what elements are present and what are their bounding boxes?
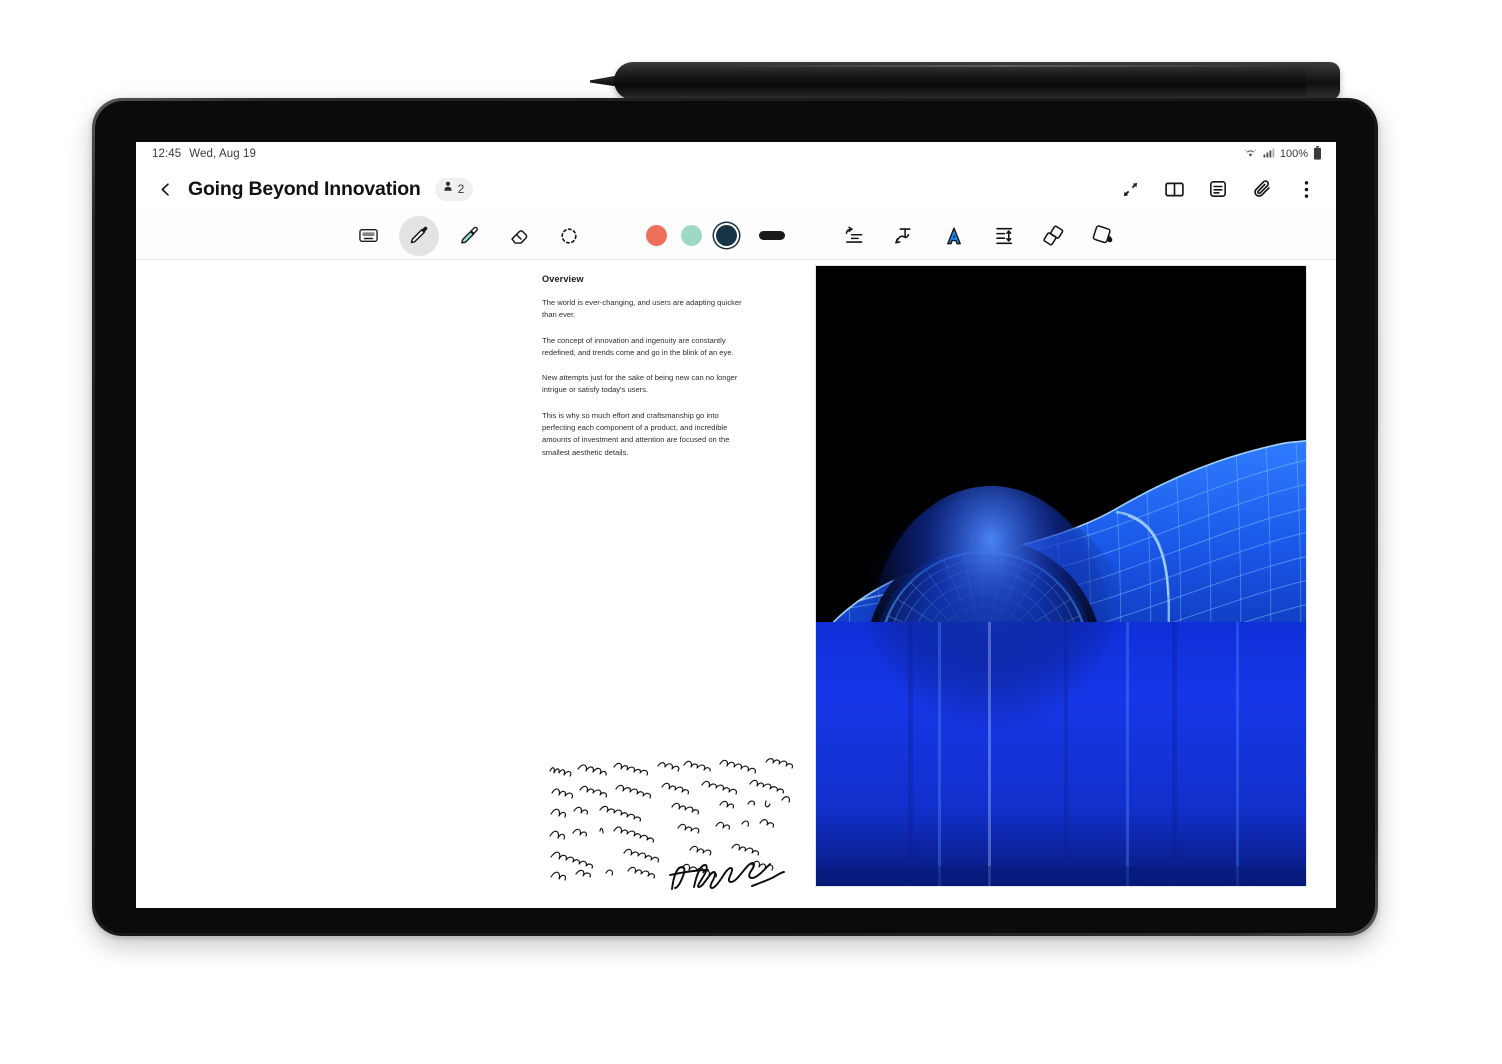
- note-paragraph: The concept of innovation and ingenuity …: [542, 335, 734, 357]
- wifi-icon: [1244, 146, 1257, 162]
- attachment-icon[interactable]: [1248, 175, 1276, 203]
- pen-toolbar: [136, 212, 1336, 260]
- color-mint[interactable]: [680, 225, 702, 246]
- line-spacing-tool[interactable]: [984, 216, 1024, 256]
- convert-to-text-tool[interactable]: [934, 216, 974, 256]
- tablet-screen: 12:45 Wed, Aug 19 100% Going Beyond Inno…: [136, 142, 1336, 908]
- eraser-tool[interactable]: [499, 216, 539, 256]
- text-align-tool[interactable]: [834, 216, 874, 256]
- text-tools-group: [829, 216, 1129, 256]
- note-canvas[interactable]: Overview The world is ever-changing, and…: [136, 260, 1336, 908]
- note-paragraph: New attempts just for the sake of being …: [542, 373, 738, 395]
- back-button[interactable]: [150, 174, 180, 204]
- book-view-icon[interactable]: [1160, 175, 1188, 203]
- color-swatches: [645, 225, 737, 246]
- lasso-select-tool[interactable]: [549, 216, 589, 256]
- color-coral[interactable]: [645, 225, 667, 246]
- status-bar: 12:45 Wed, Aug 19 100%: [136, 142, 1336, 166]
- app-bar: Going Beyond Innovation 2: [136, 166, 1336, 212]
- collaborators-count: 2: [457, 182, 465, 196]
- person-icon: [442, 180, 454, 198]
- s-pen-body: [614, 62, 1340, 100]
- straighten-text-tool[interactable]: [884, 216, 924, 256]
- note-text-block: Overview The world is ever-changing, and…: [542, 274, 742, 472]
- highlighter-tool[interactable]: [449, 216, 489, 256]
- keyboard-tool[interactable]: [349, 216, 389, 256]
- note-paragraph: This is why so much effort and craftsman…: [542, 410, 730, 457]
- wireframe-sports-car-image[interactable]: [816, 266, 1306, 886]
- note-heading: Overview: [542, 274, 584, 284]
- shape-convert-tool[interactable]: [1034, 216, 1074, 256]
- signal-icon: [1262, 147, 1275, 162]
- status-time: 12:45: [152, 148, 182, 160]
- pen-tool[interactable]: [398, 215, 439, 256]
- battery-icon: [1313, 145, 1322, 163]
- note-paragraph: The world is ever-changing, and users ar…: [542, 298, 742, 320]
- pen-thickness[interactable]: [758, 231, 785, 240]
- screenshot-stage: 12:45 Wed, Aug 19 100% Going Beyond Inno…: [0, 0, 1502, 1064]
- handwritten-cursive-note[interactable]: [544, 755, 822, 890]
- s-pen-cap: [1306, 63, 1340, 99]
- notes-list-icon[interactable]: [1204, 175, 1232, 203]
- app-bar-actions: [1116, 175, 1320, 203]
- expand-icon[interactable]: [1116, 175, 1144, 203]
- color-navy[interactable]: [715, 225, 737, 246]
- status-date: Wed, Aug 19: [189, 148, 257, 160]
- more-options-icon[interactable]: [1292, 175, 1320, 203]
- collaborators-badge[interactable]: 2: [434, 177, 474, 201]
- battery-percent: 100%: [1279, 148, 1308, 160]
- page-title: Going Beyond Innovation: [188, 177, 421, 200]
- drawing-tools-group: [344, 215, 594, 256]
- fill-tool[interactable]: [1084, 216, 1124, 256]
